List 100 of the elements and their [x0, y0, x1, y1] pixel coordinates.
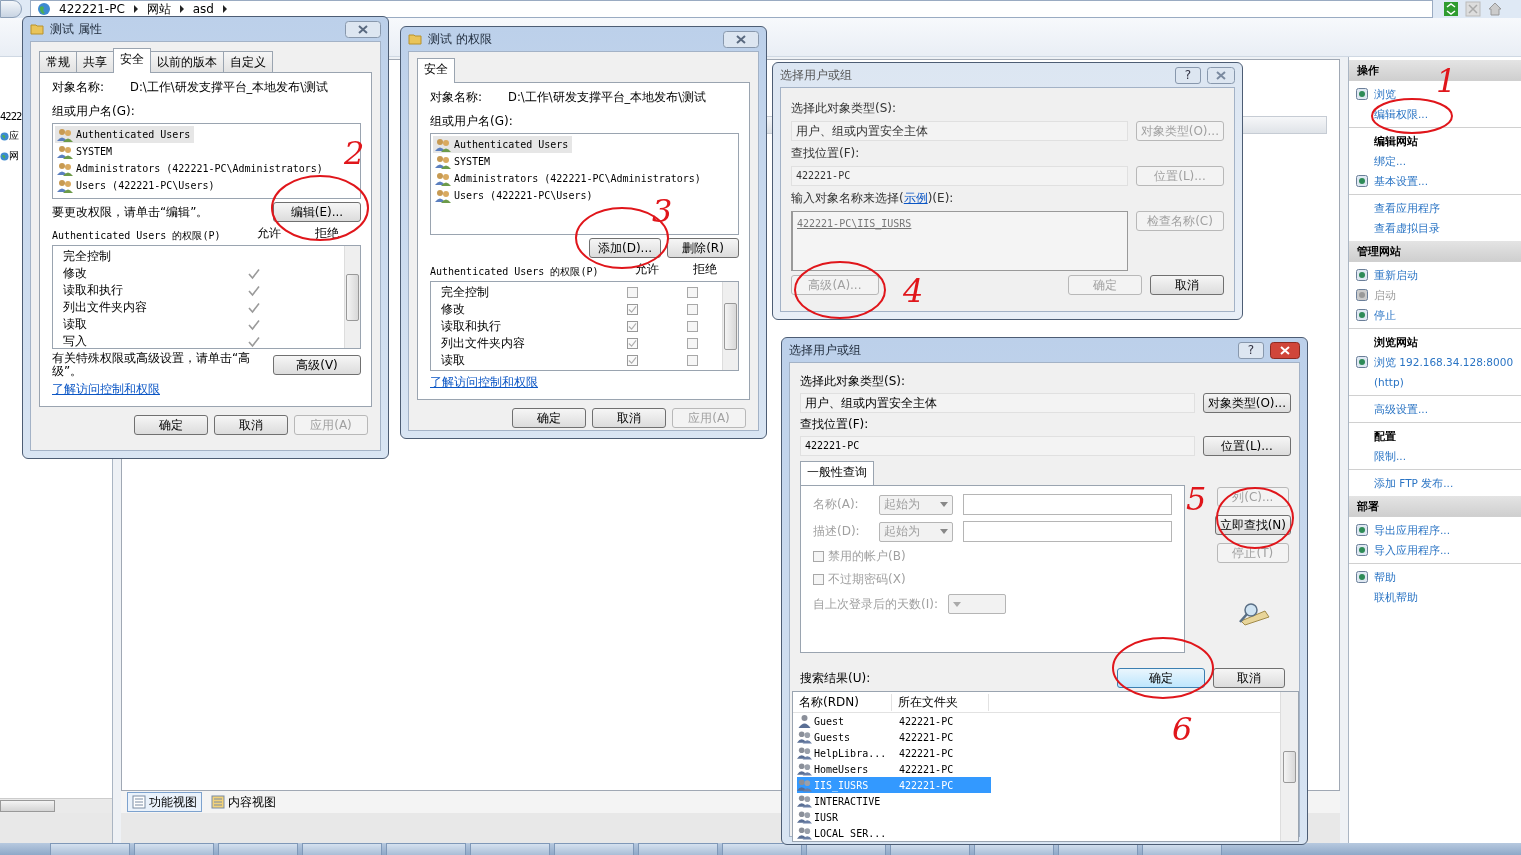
result-row[interactable]: HomeUsers 422221-PC [797, 761, 991, 777]
deny-checkbox[interactable] [686, 304, 698, 315]
result-row[interactable]: HelpLibra... 422221-PC [797, 745, 991, 761]
help-button[interactable]: ? [1238, 341, 1264, 359]
allow-checkbox[interactable] [626, 304, 638, 315]
stop-icon[interactable] [1465, 1, 1481, 17]
action-link[interactable]: 限制... [1374, 446, 1406, 466]
view-tab[interactable]: 内容视图 [206, 792, 281, 812]
taskbar-button[interactable] [134, 843, 214, 855]
back-button[interactable] [0, 0, 22, 18]
advanced-button[interactable]: 高级(V) [273, 355, 361, 375]
view-tab[interactable]: 功能视图 [127, 792, 202, 812]
taskbar-button[interactable] [386, 843, 466, 855]
close-icon[interactable] [345, 20, 381, 38]
close-icon[interactable] [1270, 341, 1300, 359]
taskbar-button[interactable] [470, 843, 550, 855]
address-bar[interactable]: 422221-PC 网站 asd [30, 0, 1433, 18]
action-link[interactable]: 帮助 [1374, 567, 1396, 587]
column-header[interactable]: 名称(RDN) [793, 693, 892, 711]
scrollbar[interactable] [1280, 692, 1298, 841]
refresh-icon[interactable] [1443, 1, 1459, 17]
taskbar-button[interactable] [554, 843, 634, 855]
examples-link[interactable]: 示例 [903, 191, 928, 205]
user-row[interactable]: SYSTEM [55, 143, 117, 160]
chevron-icon[interactable] [178, 5, 185, 13]
search-action-button[interactable]: 立即查找(N) [1214, 515, 1291, 535]
action-link[interactable]: 绑定... [1374, 151, 1406, 171]
action-link[interactable]: 添加 FTP 发布... [1374, 473, 1454, 493]
action-link[interactable]: 浏览 192.168.34.128:8000 (http) [1374, 352, 1521, 392]
action-link[interactable]: 联机帮助 [1374, 587, 1418, 607]
days-dropdown[interactable] [947, 594, 1006, 614]
allow-checkbox[interactable] [626, 287, 638, 298]
user-row[interactable]: SYSTEM [433, 153, 495, 170]
action-link[interactable]: 重新启动 [1374, 265, 1418, 285]
column-header[interactable]: 所在文件夹 [892, 693, 989, 711]
chevron-icon[interactable] [222, 5, 228, 13]
action-link[interactable]: 编辑权限... [1374, 104, 1428, 124]
allow-checkbox[interactable] [626, 321, 638, 332]
action-link[interactable]: 停止 [1374, 305, 1396, 325]
edit-button[interactable]: 编辑(E)... [273, 202, 361, 222]
user-row[interactable]: Authenticated Users [433, 136, 573, 153]
taskbar-button[interactable] [302, 843, 382, 855]
tab[interactable]: 常规 [39, 51, 77, 72]
dialog-button[interactable]: 取消 [592, 408, 666, 428]
help-link[interactable]: 了解访问控制和权限 [52, 381, 361, 398]
result-row[interactable]: Guest 422221-PC [797, 713, 991, 729]
taskbar-button[interactable] [638, 843, 718, 855]
deny-checkbox[interactable] [686, 355, 698, 366]
scrollbar[interactable] [722, 282, 738, 370]
object-types-button[interactable]: 对象类型(O)... [1202, 393, 1291, 413]
taskbar-button[interactable] [722, 843, 802, 855]
breadcrumb-item[interactable]: 网站 [146, 0, 171, 18]
scrollbar[interactable] [0, 798, 112, 813]
user-row[interactable]: Administrators (422221-PC\Administrators) [433, 170, 705, 187]
tree-item[interactable]: 应 [9, 129, 18, 143]
close-icon[interactable] [723, 30, 759, 48]
action-link[interactable]: 浏览 [1374, 84, 1396, 104]
user-row[interactable]: Administrators (422221-PC\Administrators) [55, 160, 327, 177]
cancel-button[interactable]: 取消 [1213, 668, 1285, 688]
breadcrumb-item[interactable]: 422221-PC [59, 2, 125, 16]
scrollbar[interactable] [344, 246, 360, 348]
tab[interactable]: 共享 [76, 51, 114, 72]
help-link[interactable]: 了解访问控制和权限 [430, 374, 739, 391]
allow-checkbox[interactable] [626, 338, 638, 349]
action-link[interactable]: 查看应用程序 [1374, 198, 1440, 218]
tab[interactable]: 安全 [417, 58, 455, 83]
action-link[interactable]: 查看虚拟目录 [1374, 218, 1440, 238]
action-link[interactable]: 高级设置... [1374, 399, 1428, 419]
deny-checkbox[interactable] [686, 287, 698, 298]
input-field[interactable] [963, 494, 1172, 515]
chevron-icon[interactable] [132, 5, 139, 13]
result-row[interactable]: IUSR [797, 809, 991, 825]
taskbar-button[interactable] [218, 843, 298, 855]
user-row[interactable]: Users (422221-PC\Users) [433, 187, 597, 204]
result-row[interactable]: LOCAL SER... [797, 825, 991, 841]
deny-checkbox[interactable] [686, 338, 698, 349]
user-row[interactable]: Authenticated Users [55, 126, 195, 143]
input-field[interactable] [963, 521, 1172, 542]
tab[interactable]: 以前的版本 [150, 51, 224, 72]
action-link[interactable]: 基本设置... [1374, 171, 1428, 191]
ok-button[interactable]: 确定 [1117, 668, 1205, 688]
result-row[interactable]: Guests 422221-PC [797, 729, 991, 745]
remove-button[interactable]: 删除(R) [667, 238, 739, 258]
home-icon[interactable] [1487, 1, 1503, 17]
add-button[interactable]: 添加(D)... [589, 238, 661, 258]
tab[interactable]: 一般性查询 [800, 461, 874, 486]
result-row[interactable]: INTERACTIVE [797, 793, 991, 809]
action-link[interactable]: 导出应用程序... [1374, 520, 1450, 540]
tab[interactable]: 自定义 [223, 51, 273, 72]
allow-checkbox[interactable] [626, 355, 638, 366]
action-link[interactable]: 导入应用程序... [1374, 540, 1450, 560]
tab[interactable]: 安全 [113, 48, 151, 73]
taskbar-button[interactable] [50, 843, 130, 855]
deny-checkbox[interactable] [686, 321, 698, 332]
locations-button[interactable]: 位置(L)... [1203, 436, 1291, 456]
tree-item[interactable]: 网 [9, 149, 18, 163]
breadcrumb-item[interactable]: asd [192, 2, 214, 16]
dialog-button[interactable]: 取消 [214, 415, 288, 435]
tree-item[interactable]: 4222 [0, 110, 22, 122]
user-row[interactable]: Users (422221-PC\Users) [55, 177, 219, 194]
